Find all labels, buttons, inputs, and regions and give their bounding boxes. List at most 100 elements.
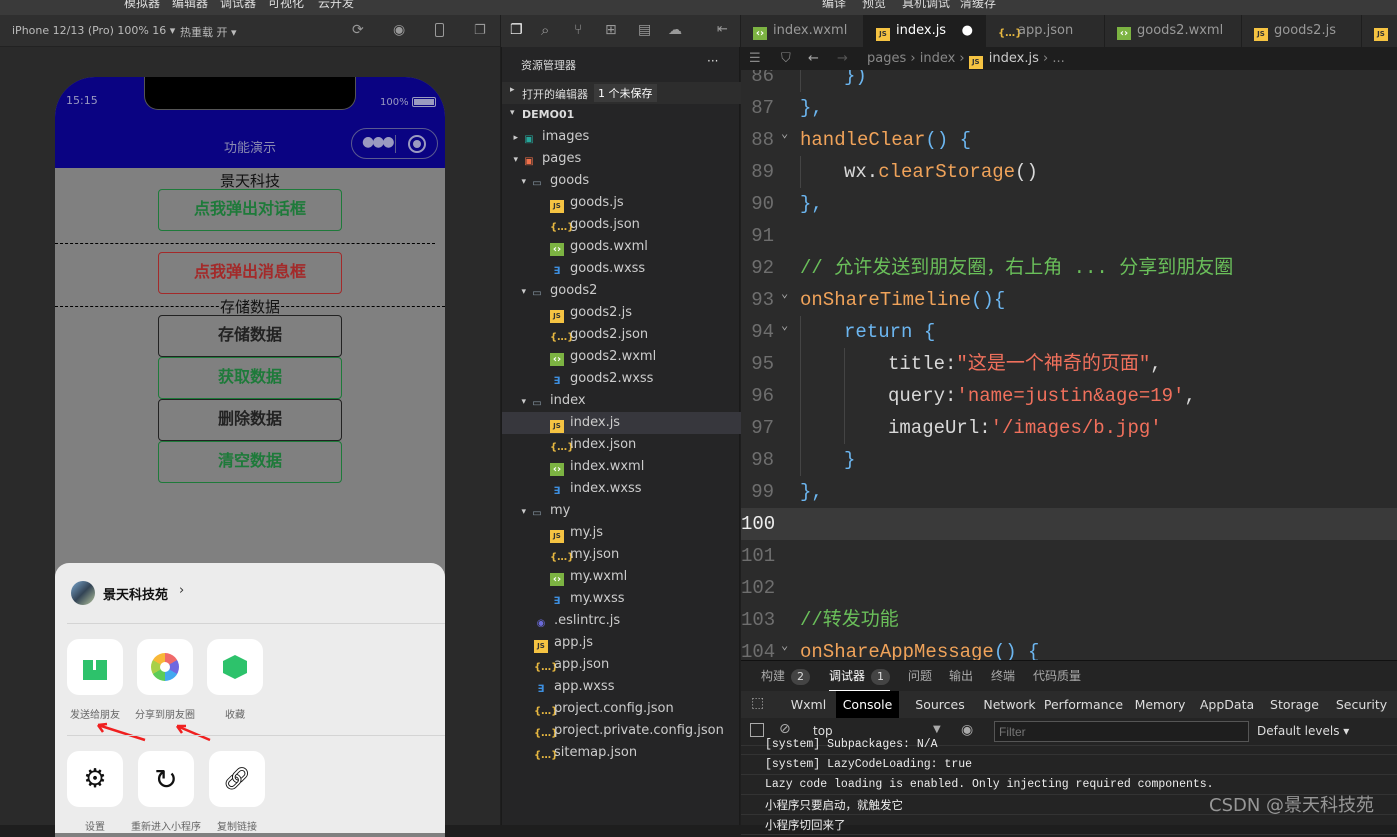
- close-miniprogram-icon[interactable]: [408, 135, 426, 153]
- get-data-button[interactable]: 获取数据: [158, 357, 342, 399]
- tree-folder[interactable]: ▾ ▭ goods2: [502, 280, 741, 302]
- tree-file[interactable]: JS goods2.js: [502, 302, 741, 324]
- collapse-panel-icon[interactable]: ⇤: [717, 22, 728, 37]
- tree-file[interactable]: JS app.js: [502, 632, 741, 654]
- tree-file[interactable]: ∃ my.wxss: [502, 588, 741, 610]
- stop-icon[interactable]: ◉: [393, 22, 405, 38]
- tree-file[interactable]: ‹› my.wxml: [502, 566, 741, 588]
- settings-button[interactable]: ⚙: [67, 751, 123, 807]
- menu-preview[interactable]: 预览: [862, 0, 886, 11]
- send-to-friend-button[interactable]: [67, 639, 123, 695]
- devtools-tab-security[interactable]: Security: [1326, 691, 1397, 718]
- inspect-icon[interactable]: ⬚: [751, 695, 764, 711]
- menu-simulator[interactable]: 模拟器: [124, 0, 160, 11]
- menu-editor[interactable]: 编辑器: [172, 0, 208, 11]
- store-data-button[interactable]: 存储数据: [158, 315, 342, 357]
- more-actions-icon[interactable]: ···: [707, 54, 718, 68]
- menu-compile[interactable]: 编译: [822, 0, 846, 11]
- menu-realdevice[interactable]: 真机调试: [902, 0, 950, 11]
- more-icon[interactable]: ●●●: [362, 134, 395, 150]
- devtools-tab-network[interactable]: Network: [981, 691, 1038, 718]
- code-editor[interactable]: 86}) 87}, 88 ⌄ handleClear() {89 wx.clearStor…: [741, 70, 1397, 660]
- favorite-button[interactable]: [207, 639, 263, 695]
- tree-file[interactable]: ∃ goods.wxss: [502, 258, 741, 280]
- files-icon[interactable]: ❐: [510, 22, 523, 38]
- fold-chevron-icon[interactable]: ⌄: [781, 630, 788, 660]
- panel-tab[interactable]: 代码质量: [1033, 661, 1081, 691]
- devtools-tab-appdata[interactable]: AppData: [1191, 691, 1263, 718]
- account-name[interactable]: 景天科技苑: [103, 584, 168, 603]
- tree-file[interactable]: {…}index.json: [502, 434, 741, 456]
- unsaved-dot-icon[interactable]: ●: [962, 15, 973, 47]
- relaunch-button[interactable]: ↻: [138, 751, 194, 807]
- tree-file[interactable]: {…}sitemap.json: [502, 742, 741, 764]
- tree-folder[interactable]: ▸ ▣ images: [502, 126, 741, 148]
- tree-file[interactable]: {…}app.json: [502, 654, 741, 676]
- menu-cloud[interactable]: 云开发: [318, 0, 354, 11]
- devtools-tab-sources[interactable]: Sources: [899, 691, 981, 718]
- tab-index-js[interactable]: JS index.js ●: [864, 15, 986, 47]
- fold-chevron-icon[interactable]: ⌄: [781, 278, 788, 310]
- tree-file[interactable]: ‹› goods.wxml: [502, 236, 741, 258]
- fold-chevron-icon[interactable]: ⌄: [781, 118, 788, 150]
- extensions-icon[interactable]: ⊞: [605, 22, 617, 38]
- git-icon[interactable]: ⑂: [574, 22, 582, 38]
- tree-file[interactable]: ‹› index.wxml: [502, 456, 741, 478]
- panel-tab[interactable]: 输出: [949, 661, 973, 691]
- menu-debugger[interactable]: 调试器: [220, 0, 256, 11]
- tree-folder[interactable]: ▾ ▭ my: [502, 500, 741, 522]
- tree-file[interactable]: {…}my.json: [502, 544, 741, 566]
- panel-tab[interactable]: 调试器 1: [829, 661, 891, 691]
- clear-data-button[interactable]: 清空数据: [158, 441, 342, 483]
- tree-file[interactable]: ∃ index.wxss: [502, 478, 741, 500]
- devtools-tab-storage[interactable]: Storage: [1263, 691, 1326, 718]
- detach-icon[interactable]: ❐: [474, 23, 486, 38]
- hotreload-toggle[interactable]: 热重载 开 ▾: [180, 24, 237, 40]
- devtools-tab-console[interactable]: Console: [836, 691, 899, 718]
- tab-a[interactable]: JSa: [1362, 15, 1397, 70]
- tree-folder[interactable]: ▾ ▭ index: [502, 390, 741, 412]
- delete-data-button[interactable]: 删除数据: [158, 399, 342, 441]
- back-icon[interactable]: ←: [808, 47, 819, 70]
- tree-folder[interactable]: ▾ ▣ pages: [502, 148, 741, 170]
- tab-app-json[interactable]: {…}app.json: [986, 15, 1105, 47]
- fold-chevron-icon[interactable]: ⌄: [781, 310, 788, 342]
- tree-file[interactable]: {…}project.config.json: [502, 698, 741, 720]
- project-section[interactable]: ▾ DEMO01: [502, 104, 741, 126]
- tree-file[interactable]: {…}goods2.json: [502, 324, 741, 346]
- tab-goods2-wxml[interactable]: ‹› goods2.wxml: [1105, 15, 1242, 47]
- tree-file[interactable]: {…}project.private.config.json: [502, 720, 741, 742]
- tree-folder[interactable]: ▾ ▭ goods: [502, 170, 741, 192]
- devtools-tab-memory[interactable]: Memory: [1129, 691, 1191, 718]
- tree-file[interactable]: ‹› goods2.wxml: [502, 346, 741, 368]
- outline-icon[interactable]: ☰: [749, 47, 761, 70]
- tree-file[interactable]: JS my.js: [502, 522, 741, 544]
- tree-file[interactable]: {…}goods.json: [502, 214, 741, 236]
- storage-icon[interactable]: ▤: [638, 22, 651, 38]
- tree-file[interactable]: JS goods.js: [502, 192, 741, 214]
- panel-tab[interactable]: 问题: [908, 661, 932, 691]
- tree-file[interactable]: JS index.js: [502, 412, 741, 434]
- refresh-icon[interactable]: ⟳: [352, 22, 364, 38]
- device-select[interactable]: iPhone 12/13 (Pro) 100% 16 ▾: [12, 24, 175, 37]
- share-timeline-button[interactable]: [137, 639, 193, 695]
- open-editors-section[interactable]: ▸ 打开的编辑器 1 个未保存: [502, 82, 741, 104]
- tab-goods2-js[interactable]: JS goods2.js: [1242, 15, 1362, 47]
- panel-tab[interactable]: 构建 2: [761, 661, 811, 691]
- menu-clear-cache[interactable]: 清缓存: [960, 0, 996, 11]
- show-toast-button[interactable]: 点我弹出消息框: [158, 252, 342, 294]
- devtools-tab-wxml[interactable]: Wxml: [781, 691, 836, 718]
- forward-icon[interactable]: →: [837, 47, 848, 70]
- tree-file[interactable]: ∃ goods2.wxss: [502, 368, 741, 390]
- tree-file[interactable]: ∃ app.wxss: [502, 676, 741, 698]
- copy-link-button[interactable]: 🔗︎: [209, 751, 265, 807]
- bookmark-icon[interactable]: ⛉: [781, 47, 791, 70]
- panel-tab[interactable]: 终端: [991, 661, 1015, 691]
- tree-file[interactable]: ◉ .eslintrc.js: [502, 610, 741, 632]
- menu-visual[interactable]: 可视化: [268, 0, 304, 11]
- devtools-tab-performance[interactable]: Performance: [1038, 691, 1129, 718]
- phone-icon[interactable]: [435, 23, 444, 37]
- docker-icon[interactable]: ☁: [668, 22, 682, 38]
- show-modal-button[interactable]: 点我弹出对话框: [158, 189, 342, 231]
- tab-index-wxml[interactable]: ‹› index.wxml: [741, 15, 864, 47]
